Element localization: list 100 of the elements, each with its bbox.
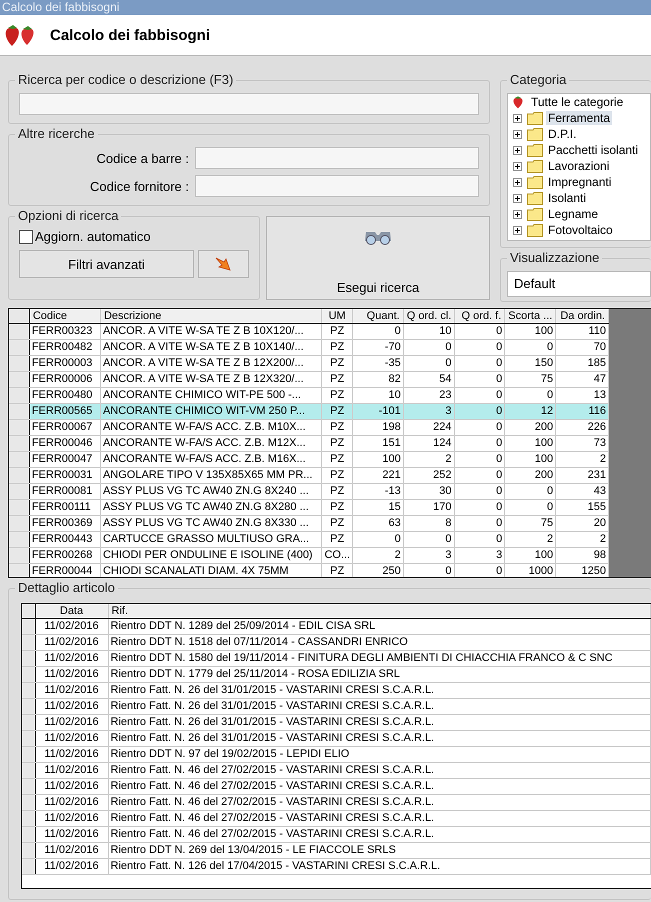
table-cell: 0 [454,500,505,516]
input-field[interactable] [195,147,479,169]
table-cell: PZ [322,420,352,436]
table-cell: ANCORANTE W-FA/S ACC. Z.B. M16X... [100,452,322,468]
table-cell: FERR00268 [29,548,100,564]
table-cell: 30 [403,484,454,500]
row-selector[interactable] [9,548,30,564]
column-header[interactable]: Scorta ... [504,309,556,324]
table-cell: 11/02/2016 [35,778,108,794]
group-legend: Altre ricerche [15,126,98,141]
table-cell: 1250 [556,564,608,577]
folder-icon [527,208,543,220]
table-cell: FERR00482 [29,340,100,356]
table-cell: 124 [403,436,454,452]
table-cell: 11/02/2016 [35,762,108,778]
expand-icon[interactable] [513,114,522,122]
field-label: Codice a barre : [96,150,189,166]
tree-item[interactable]: Ferramenta [546,111,612,125]
tree-item[interactable]: D.P.I. [546,127,578,141]
arrow-button[interactable] [198,250,249,278]
tree-item[interactable]: Pacchetti isolanti [546,143,640,157]
row-selector[interactable] [9,516,30,532]
row-selector[interactable] [9,356,30,372]
table-cell: 0 [454,468,505,484]
row-selector[interactable] [9,388,30,404]
tree-item[interactable]: Impregnanti [546,175,614,189]
run-search-button[interactable]: Esegui ricerca [266,216,490,300]
table-cell: 20 [556,516,608,532]
table-cell: Rientro Fatt. N. 46 del 27/02/2015 - VASTARINI CRESI S.C.A.R.L. [108,810,650,826]
expand-icon[interactable] [513,210,522,218]
table-cell: 10 [403,324,454,340]
row-selector[interactable] [9,532,30,548]
table-cell: Rientro DDT N. 1779 del 25/11/2014 - ROSA EDILIZIA SRL [108,666,650,682]
table-cell: PZ [322,404,352,420]
tree-item[interactable]: Legname [546,207,600,221]
table-cell: Rientro Fatt. N. 126 del 17/04/2015 - VASTARINI CRESI S.C.A.R.L. [108,858,650,874]
row-selector[interactable] [9,324,30,340]
table-cell: Rientro Fatt. N. 26 del 31/01/2015 - VASTARINI CRESI S.C.A.R.L. [108,714,650,730]
column-header[interactable]: UM [322,309,352,324]
table-cell: Rientro DDT N. 1580 del 19/11/2014 - FINITURA DEGLI AMBIENTI DI CHIACCHIA FRANCO & C SNC [108,650,650,666]
tree-item[interactable]: Tutte le categorie [529,95,626,109]
expand-icon[interactable] [513,162,522,170]
column-header[interactable]: Q ord. f. [454,309,505,324]
expand-icon[interactable] [513,226,522,234]
table-cell: ANCOR. A VITE W-SA TE Z B 10X140/... [100,340,322,356]
checkbox[interactable] [19,230,33,244]
row-selector[interactable] [9,468,30,484]
table-cell: 0 [504,500,556,516]
tree-item[interactable]: Isolanti [546,191,588,205]
table-cell: 231 [556,468,608,484]
table-cell: ANCORANTE W-FA/S ACC. Z.B. M12X... [100,436,322,452]
column-header[interactable]: Q ord. cl. [403,309,454,324]
table-cell: 0 [454,340,505,356]
table-cell: -70 [352,340,404,356]
table-cell: 0 [454,484,505,500]
expand-icon[interactable] [513,130,522,138]
expand-icon[interactable] [513,178,522,186]
table-cell: 185 [556,356,608,372]
table-cell: ANCOR. A VITE W-SA TE Z B 10X120/... [100,324,322,340]
input-field[interactable] [195,175,479,197]
field-label: Codice fornitore : [89,178,189,194]
table-cell: ASSY PLUS VG TC AW40 ZN.G 8X330 ... [100,516,322,532]
column-header[interactable]: Quant. [352,309,404,324]
advanced-filters-button[interactable]: Filtri avanzati [19,250,194,278]
row-selector[interactable] [9,372,30,388]
column-header[interactable]: Rif. [108,604,650,618]
tree-item[interactable]: Fotovoltaico [546,223,615,237]
group-legend: Categoria [507,72,570,87]
table-cell: PZ [322,532,352,548]
row-selector[interactable] [9,404,30,420]
table-cell: 0 [454,356,505,372]
view-dropdown[interactable]: Default [507,271,651,297]
folder-icon [527,192,543,204]
folder-icon [527,144,543,156]
row-selector[interactable] [9,420,30,436]
column-header[interactable]: Descrizione [100,309,322,324]
row-selector[interactable] [9,484,30,500]
table-cell: 100 [352,452,404,468]
table-cell: PZ [322,484,352,500]
column-header[interactable]: Da ordin. [556,309,608,324]
table-cell: 11/02/2016 [35,746,108,762]
group-legend: Ricerca per codice o descrizione (F3) [15,72,236,87]
table-cell: 11/02/2016 [35,650,108,666]
column-header[interactable]: Codice [29,309,100,324]
search-field[interactable] [19,93,479,115]
tree-item[interactable]: Lavorazioni [546,159,612,173]
row-selector[interactable] [9,452,30,468]
table-cell: 11/02/2016 [35,842,108,858]
row-selector[interactable] [9,436,30,452]
row-selector[interactable] [22,618,35,634]
row-selector[interactable] [9,564,30,577]
table-cell: 54 [403,372,454,388]
table-cell: 0 [403,340,454,356]
table-cell: Rientro DDT N. 269 del 13/04/2015 - LE FIACCOLE SRLS [108,842,650,858]
row-selector[interactable] [9,340,30,356]
expand-icon[interactable] [513,194,522,202]
expand-icon[interactable] [513,146,522,154]
row-selector[interactable] [9,500,30,516]
table-cell: PZ [322,452,352,468]
column-header[interactable]: Data [35,604,108,618]
